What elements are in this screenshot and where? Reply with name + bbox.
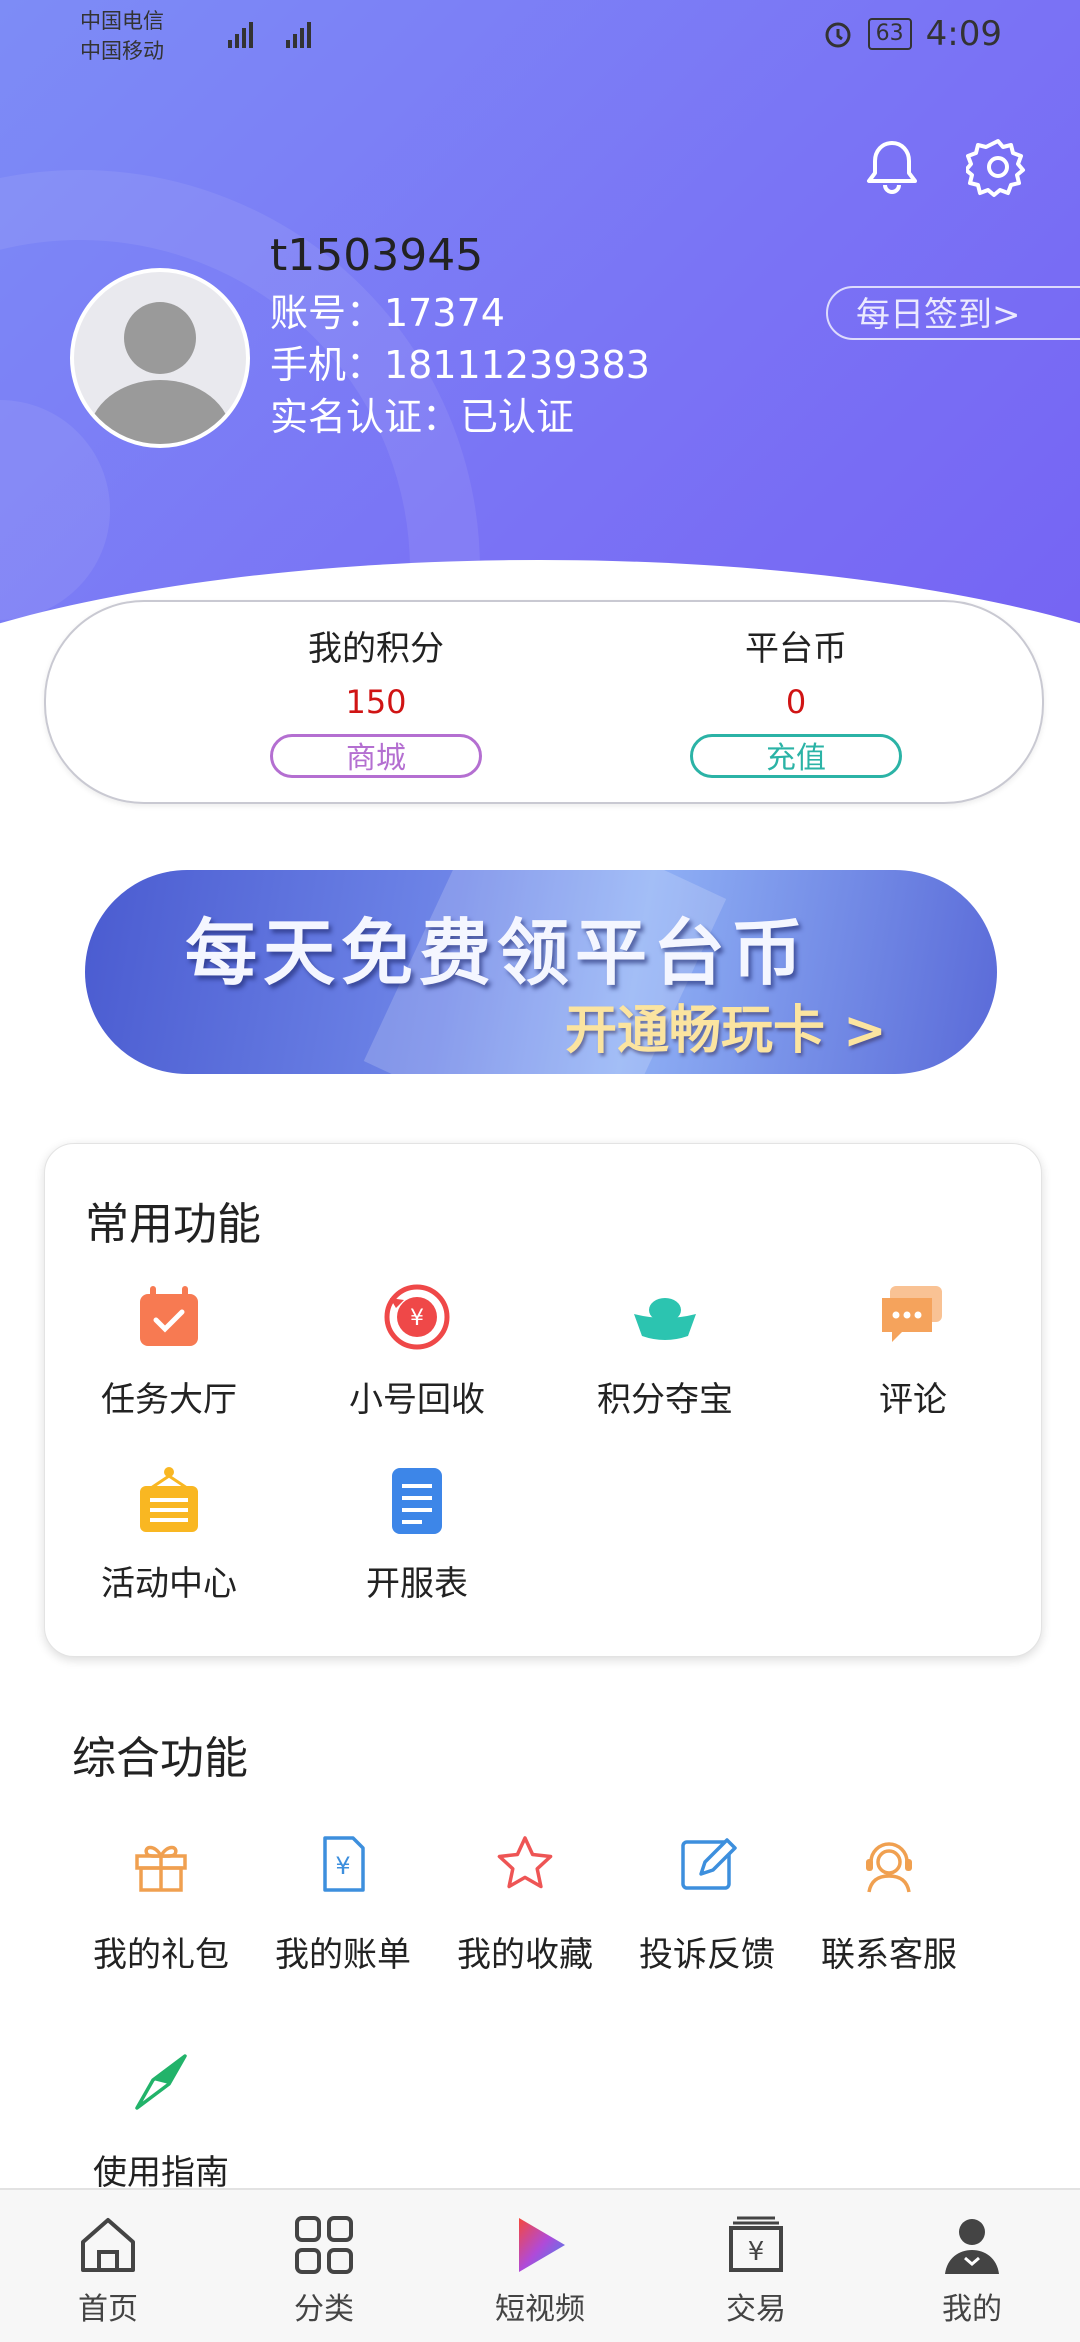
carrier-2: 中国移动 [80, 39, 164, 63]
trade-yuan-icon: ¥ [729, 2216, 783, 2272]
platform-coins-label: 平台币 [745, 629, 847, 669]
phone-number: 手机：18111239383 [270, 343, 650, 387]
carrier-1: 中国电信 [80, 9, 164, 33]
user-guide-item[interactable]: 使用指南 [70, 2050, 252, 2196]
user-icon [945, 2219, 999, 2274]
item-label: 评论 [879, 1380, 947, 1420]
item-label: 我的收藏 [457, 1935, 593, 1975]
tab-mine[interactable]: 我的 [864, 2212, 1080, 2328]
tab-trade[interactable]: ¥ 交易 [648, 2212, 864, 2328]
item-label: 我的礼包 [93, 1935, 229, 1975]
clock-time: 4:09 [925, 14, 1002, 54]
bottom-tab-bar: 首页 分类 短视频 ¥ 交易 我的 [0, 2188, 1080, 2342]
alarm-icon [825, 22, 851, 48]
customer-service-item[interactable]: 联系客服 [798, 1832, 980, 1978]
banner-subtitle: 开通畅玩卡 > [565, 1001, 887, 1061]
server-schedule-item[interactable]: 开服表 [293, 1464, 541, 1608]
play-icon [519, 2218, 565, 2272]
daily-signin-button[interactable]: 每日签到> [826, 286, 1080, 340]
item-label: 开服表 [366, 1564, 468, 1604]
document-list-icon [392, 1468, 442, 1534]
headset-agent-icon [866, 1842, 912, 1893]
account-recycle-item[interactable]: ¥ 小号回收 [293, 1280, 541, 1424]
calendar-check-icon [140, 1286, 198, 1346]
tab-label: 首页 [78, 2292, 138, 2327]
mall-button[interactable]: 商城 [270, 734, 482, 778]
my-favorites-item[interactable]: 我的收藏 [434, 1832, 616, 1978]
carrier-info: 中国电信 中国移动 [80, 6, 164, 66]
tab-label: 短视频 [495, 2292, 585, 2327]
points-treasure-item[interactable]: 积分夺宝 [541, 1280, 789, 1424]
comment-bubble-icon [882, 1286, 942, 1342]
star-icon [497, 1836, 553, 1889]
battery-level: 63 [867, 18, 912, 50]
item-label: 任务大厅 [101, 1380, 237, 1420]
user-info: t1503945 账号：17374 手机：18111239383 实名认证：已认… [270, 225, 650, 443]
home-icon [81, 2218, 135, 2272]
compass-icon [135, 2054, 187, 2110]
my-points-value: 150 [345, 683, 407, 721]
common-functions-title: 常用功能 [85, 1199, 261, 1250]
notice-board-icon [140, 1467, 198, 1532]
my-gifts-item[interactable]: 我的礼包 [70, 1832, 252, 1978]
item-label: 我的账单 [275, 1935, 411, 1975]
platform-coins-value: 0 [785, 683, 807, 721]
signal-icon [210, 18, 320, 57]
gear-icon[interactable] [966, 135, 1030, 199]
gift-icon [135, 1845, 187, 1892]
feedback-item[interactable]: 投诉反馈 [616, 1832, 798, 1978]
my-bills-item[interactable]: ¥ 我的账单 [252, 1832, 434, 1978]
tab-label: 交易 [726, 2292, 786, 2327]
svg-text:¥: ¥ [335, 1852, 350, 1880]
task-hall-item[interactable]: 任务大厅 [45, 1280, 293, 1424]
tab-home[interactable]: 首页 [0, 2212, 216, 2328]
grid-icon [295, 2216, 353, 2274]
item-label: 联系客服 [821, 1935, 957, 1975]
account-number: 账号：17374 [270, 291, 505, 335]
my-points-label: 我的积分 [308, 629, 444, 669]
yuan-recycle-icon: ¥ [384, 1284, 450, 1350]
comment-item[interactable]: 评论 [789, 1280, 1037, 1424]
tab-category[interactable]: 分类 [216, 2212, 432, 2328]
item-label: 活动中心 [101, 1564, 237, 1604]
common-functions-card: 常用功能 任务大厅 ¥ 小号回收 积分夺宝 评论 活动中心 开服表 [44, 1143, 1042, 1657]
item-label: 投诉反馈 [639, 1935, 775, 1975]
bill-icon: ¥ [323, 1836, 365, 1892]
bell-icon[interactable] [860, 135, 924, 199]
activity-center-item[interactable]: 活动中心 [45, 1464, 293, 1608]
points-card: 我的积分 150 商城 平台币 0 充值 [44, 600, 1044, 804]
svg-text:¥: ¥ [748, 2237, 765, 2267]
item-label: 积分夺宝 [597, 1380, 733, 1420]
tab-label: 分类 [294, 2292, 354, 2327]
svg-text:¥: ¥ [410, 1306, 424, 1331]
recharge-button[interactable]: 充值 [690, 734, 902, 778]
promo-banner[interactable]: 每天免费领平台币 开通畅玩卡 > [85, 870, 997, 1074]
edit-icon [681, 1838, 737, 1890]
verification-status: 实名认证：已认证 [270, 395, 575, 439]
status-bar: 中国电信 中国移动 63 4:09 [0, 0, 1080, 70]
banner-title: 每天免费领平台币 [185, 911, 810, 995]
tab-short-video[interactable]: 短视频 [432, 2212, 648, 2328]
username: t1503945 [270, 230, 484, 281]
avatar[interactable] [70, 268, 250, 448]
gold-ingot-icon [634, 1298, 696, 1340]
item-label: 小号回收 [349, 1380, 485, 1420]
general-functions-title: 综合功能 [72, 1733, 248, 1784]
tab-label: 我的 [942, 2292, 1002, 2327]
